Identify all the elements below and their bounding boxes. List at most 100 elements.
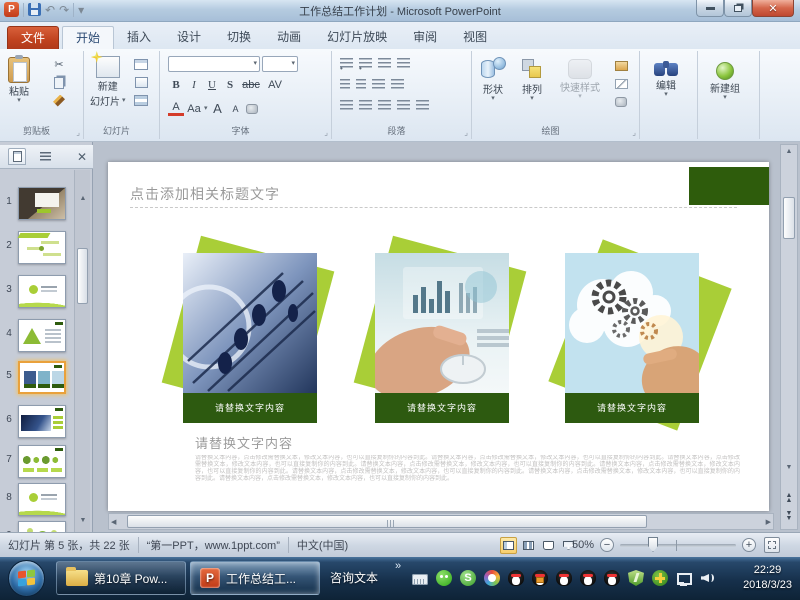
scroll-up-icon[interactable]: ▲ bbox=[781, 147, 797, 157]
body-heading[interactable]: 请替换文字内容 bbox=[195, 433, 293, 452]
slide-thumbnail-6[interactable]: 6 bbox=[0, 404, 74, 440]
normal-view-button[interactable] bbox=[500, 537, 517, 554]
font-size-combo[interactable]: ▾ bbox=[262, 56, 298, 72]
character-spacing-button[interactable]: AV bbox=[264, 79, 286, 91]
shrink-font-button[interactable]: A bbox=[228, 104, 244, 114]
decrease-indent-button[interactable] bbox=[340, 79, 350, 89]
align-center-button[interactable] bbox=[359, 100, 372, 110]
photo-staircase[interactable] bbox=[183, 253, 317, 393]
tab-view[interactable]: 视图 bbox=[450, 26, 500, 49]
image-group-2[interactable]: 请替换文字内容 bbox=[375, 253, 509, 423]
image-caption[interactable]: 请替换文字内容 bbox=[183, 393, 317, 423]
taskbar-powerpoint-button[interactable]: P 工作总结工... bbox=[190, 561, 320, 595]
security-shield-icon[interactable] bbox=[628, 570, 644, 586]
copy-button[interactable] bbox=[50, 75, 68, 90]
paste-button[interactable]: 粘贴 ▾ bbox=[8, 57, 30, 104]
numbering-button[interactable] bbox=[359, 58, 372, 68]
start-button[interactable] bbox=[8, 560, 45, 597]
shape-fill-button[interactable] bbox=[612, 58, 630, 73]
tab-review[interactable]: 审阅 bbox=[400, 26, 450, 49]
volume-icon[interactable] bbox=[700, 570, 716, 586]
strikethrough-button[interactable]: abc bbox=[240, 79, 262, 91]
slide-title-placeholder[interactable]: 点击添加相关标题文字 bbox=[130, 184, 280, 204]
language-indicator[interactable]: 中文(中国) bbox=[297, 537, 348, 553]
shape-outline-button[interactable] bbox=[612, 76, 630, 91]
slide-canvas[interactable]: 点击添加相关标题文字 bbox=[108, 162, 769, 511]
horizontal-scroll-thumb[interactable] bbox=[127, 515, 647, 528]
slide-thumbnail-1[interactable]: 1 bbox=[0, 186, 74, 222]
align-right-button[interactable] bbox=[378, 100, 391, 110]
panel-close-icon[interactable]: ✕ bbox=[77, 150, 87, 164]
zoom-out-button[interactable]: − bbox=[600, 538, 614, 552]
arrange-button[interactable]: 排列 ▾ bbox=[520, 57, 544, 102]
dialog-launcher-icon[interactable]: ⌟ bbox=[324, 129, 328, 137]
file-tab[interactable]: 文件 bbox=[7, 26, 59, 49]
image-group-3[interactable]: 请替换文字内容 bbox=[565, 253, 699, 423]
antivirus-ball-icon[interactable] bbox=[652, 570, 668, 586]
shape-effects-button[interactable] bbox=[612, 94, 630, 109]
scroll-right-icon[interactable]: ▶ bbox=[766, 518, 771, 528]
zoom-level[interactable]: 50% bbox=[572, 539, 594, 551]
scroll-down-icon[interactable]: ▼ bbox=[781, 463, 797, 473]
body-text-placeholder[interactable]: 请替换文本内容，点击修改需替换文本，修改文本内容，也可以直接复制你的内容到此。请… bbox=[195, 455, 740, 507]
increase-indent-button[interactable] bbox=[356, 79, 366, 89]
vertical-scroll-thumb[interactable] bbox=[783, 197, 795, 239]
tab-home[interactable]: 开始 bbox=[62, 26, 114, 49]
reset-button[interactable] bbox=[132, 75, 150, 90]
deskband-overflow-icon[interactable]: » bbox=[395, 560, 401, 572]
change-case-button[interactable]: Aa bbox=[186, 103, 202, 115]
network-icon[interactable] bbox=[676, 570, 692, 586]
photo-gears-hand[interactable] bbox=[565, 253, 699, 393]
zoom-slider-track[interactable] bbox=[620, 544, 736, 547]
scroll-down-icon[interactable]: ▼ bbox=[75, 516, 91, 526]
browser-icon[interactable] bbox=[484, 570, 500, 586]
panel-scrollbar[interactable]: ▲ ▼ bbox=[74, 170, 90, 532]
previous-slide-button[interactable]: ▲▲ bbox=[781, 493, 797, 503]
cut-button[interactable]: ✂ bbox=[50, 57, 68, 72]
deskband-label[interactable]: 咨询文本 bbox=[330, 569, 378, 586]
dialog-launcher-icon[interactable]: ⌟ bbox=[76, 129, 80, 137]
outline-tab[interactable] bbox=[36, 148, 54, 165]
taskbar-clock[interactable]: 22:29 2018/3/23 bbox=[743, 563, 792, 593]
font-name-combo[interactable]: ▾ bbox=[168, 56, 260, 72]
slide-counter[interactable]: 幻灯片 第 5 张，共 22 张 bbox=[8, 537, 130, 553]
slides-tab[interactable] bbox=[8, 148, 26, 165]
dialog-launcher-icon[interactable]: ⌟ bbox=[464, 129, 468, 137]
layout-button[interactable] bbox=[132, 57, 150, 72]
fit-to-window-button[interactable] bbox=[764, 537, 780, 553]
underline-button[interactable]: U bbox=[204, 79, 220, 91]
image-caption[interactable]: 请替换文字内容 bbox=[565, 393, 699, 423]
panel-scroll-thumb[interactable] bbox=[77, 248, 88, 304]
slide-thumbnail-4[interactable]: 4 bbox=[0, 318, 74, 354]
align-left-button[interactable] bbox=[340, 100, 353, 110]
new-group-button[interactable]: 新建组 ▾ bbox=[710, 62, 740, 101]
dialog-launcher-icon[interactable]: ⌟ bbox=[632, 129, 636, 137]
clear-formatting-icon[interactable] bbox=[246, 104, 258, 114]
wechat-icon[interactable] bbox=[436, 570, 452, 586]
section-button[interactable] bbox=[132, 93, 150, 108]
align-text-button[interactable] bbox=[391, 79, 404, 89]
qq-icon[interactable] bbox=[580, 570, 596, 586]
justify-button[interactable] bbox=[397, 100, 410, 110]
editing-button[interactable]: 编辑 ▾ bbox=[654, 61, 678, 98]
text-direction-button[interactable] bbox=[397, 58, 410, 68]
image-caption[interactable]: 请替换文字内容 bbox=[375, 393, 509, 423]
shapes-button[interactable]: 形状 ▾ bbox=[480, 57, 506, 102]
convert-smartart-button[interactable] bbox=[416, 100, 429, 110]
tab-transitions[interactable]: 切换 bbox=[214, 26, 264, 49]
slide-thumbnail-2[interactable]: 2 bbox=[0, 230, 74, 266]
font-color-button[interactable]: A bbox=[168, 101, 184, 116]
photo-hand-mouse[interactable] bbox=[375, 253, 509, 393]
slide-thumbnail-3[interactable]: 3 bbox=[0, 274, 74, 310]
qq-icon[interactable] bbox=[604, 570, 620, 586]
tab-design[interactable]: 设计 bbox=[164, 26, 214, 49]
slide-thumbnail-8[interactable]: 8 bbox=[0, 482, 74, 518]
text-shadow-button[interactable]: S bbox=[222, 79, 238, 91]
new-slide-button[interactable]: 新建 幻灯片▾ bbox=[90, 56, 126, 108]
image-group-1[interactable]: 请替换文字内容 bbox=[183, 253, 317, 423]
line-spacing-button[interactable] bbox=[378, 58, 391, 68]
slide-thumbnail-7[interactable]: 7 bbox=[0, 444, 74, 480]
taskbar-folder-button[interactable]: 第10章 Pow... bbox=[56, 561, 186, 595]
scroll-left-icon[interactable]: ◀ bbox=[111, 518, 116, 528]
close-button[interactable]: ✕ bbox=[752, 0, 794, 17]
